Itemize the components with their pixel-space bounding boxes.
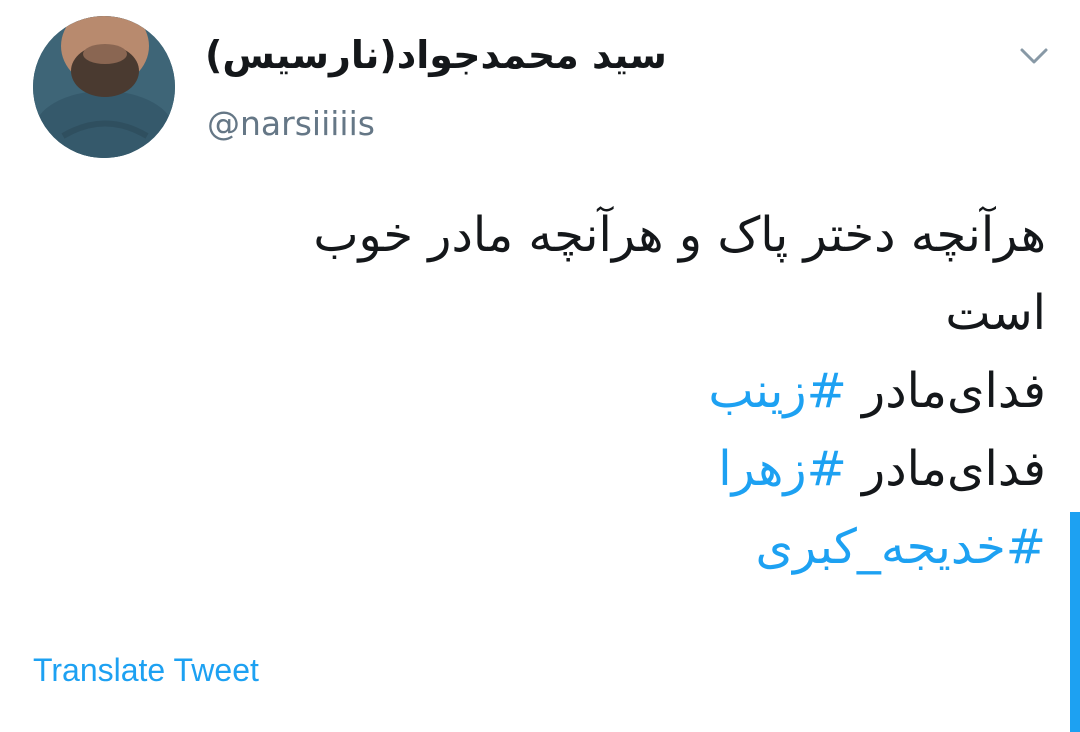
user-handle[interactable]: @narsiiiiis <box>207 104 375 144</box>
tweet-text-line: هرآنچه دختر پاک و هرآنچه مادر خوب <box>313 207 1046 263</box>
tweet-text-line: فدای‌مادر #زینب <box>56 352 1046 430</box>
hashtag-link[interactable]: #خدیجه_کبری <box>755 519 1046 575</box>
tweet-text-line: است <box>945 285 1046 341</box>
scrollbar[interactable] <box>1070 512 1080 732</box>
hashtag-link[interactable]: #زینب <box>708 363 846 419</box>
display-name[interactable]: سید محمدجواد(نارسیس) <box>205 32 667 78</box>
chevron-down-icon[interactable] <box>1014 40 1054 72</box>
hashtag-link[interactable]: #زهرا <box>718 441 847 497</box>
tweet-text-segment: فدای‌مادر <box>846 441 1046 497</box>
tweet-text: هرآنچه دختر پاک و هرآنچه مادر خوب است فد… <box>56 196 1046 586</box>
avatar[interactable] <box>33 16 175 158</box>
tweet-card: سید محمدجواد(نارسیس) @narsiiiiis هرآنچه … <box>0 0 1080 732</box>
tweet-text-line: فدای‌مادر #زهرا <box>56 430 1046 508</box>
tweet-text-line: #خدیجه_کبری <box>56 508 1046 586</box>
translate-tweet-link[interactable]: Translate Tweet <box>33 650 259 690</box>
tweet-text-segment: فدای‌مادر <box>846 363 1046 419</box>
